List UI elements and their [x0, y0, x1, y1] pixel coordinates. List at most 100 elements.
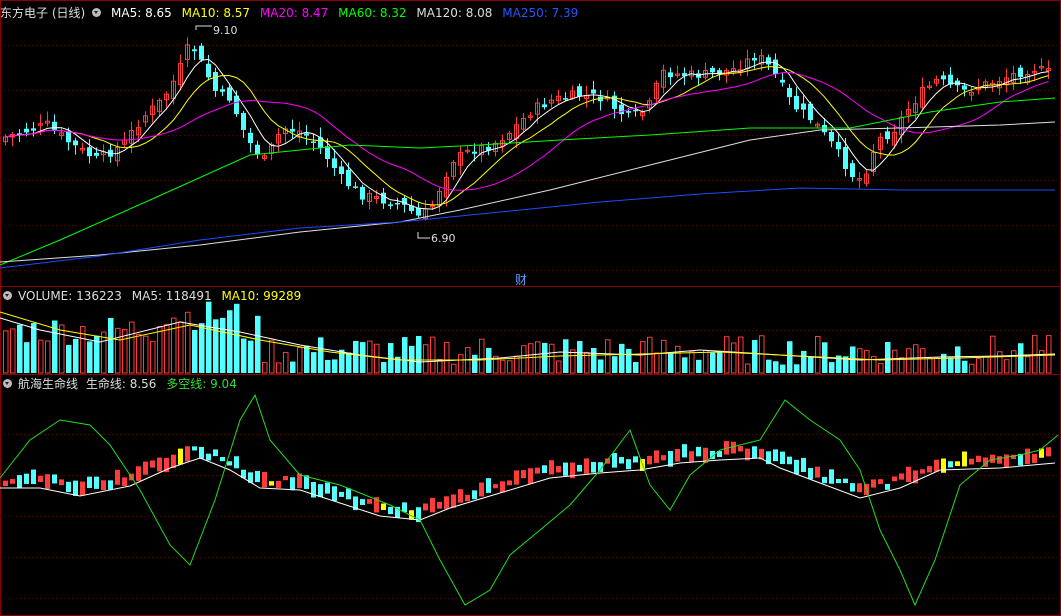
lifeline-bar — [773, 449, 778, 462]
lifeline-bar — [255, 470, 260, 483]
volume-bar-down — [766, 359, 772, 373]
lifeline-bar — [584, 458, 589, 474]
candle-down — [255, 144, 260, 154]
stock-chart-canvas[interactable] — [0, 0, 1061, 616]
candle-down — [843, 146, 848, 169]
lifeline-bar — [969, 458, 974, 465]
volume-bar-down — [311, 352, 317, 373]
candle-down — [227, 87, 232, 101]
volume-bar-down — [346, 352, 352, 373]
volume-bar-down — [255, 315, 261, 373]
volume-bar-down — [626, 348, 632, 373]
volume-bar-down — [24, 342, 30, 373]
volume-bar-down — [360, 342, 366, 373]
candle-down — [780, 79, 785, 83]
lifeline-bar — [451, 494, 456, 508]
lifeline-bar — [689, 451, 694, 462]
lifeline-bar — [920, 469, 925, 474]
candle-down — [633, 109, 638, 112]
candle-down — [801, 103, 806, 110]
candle-down — [332, 158, 337, 169]
volume-bar-down — [199, 323, 205, 373]
lifeline-bar — [66, 481, 71, 493]
lifeline-bar — [794, 459, 799, 475]
candle-down — [885, 131, 890, 140]
lifeline-bar — [465, 494, 470, 502]
lifeline-bar — [493, 484, 498, 489]
candle-down — [1018, 67, 1023, 77]
volume-bar-down — [542, 342, 548, 373]
ma120-label: MA120: 8.08 — [416, 6, 493, 20]
volume-bar-down — [752, 340, 758, 373]
volume-bar-down — [962, 360, 968, 373]
lifeline-bar — [437, 501, 442, 509]
lifeline-bar — [591, 461, 596, 473]
candle-down — [577, 86, 582, 97]
volume-bar-down — [304, 345, 310, 373]
volume-bar-down — [353, 340, 359, 373]
lifeline-bar — [31, 469, 36, 485]
volume-bar-down — [717, 350, 723, 373]
lifeline-bar — [878, 479, 883, 484]
volume-bar-down — [227, 310, 233, 373]
volume-bar-down — [192, 329, 198, 373]
lifeline-bar — [479, 482, 484, 497]
lifeline-bar — [822, 476, 827, 484]
lifeline-bar — [1025, 448, 1030, 465]
ma5-label: MA5: 8.65 — [111, 6, 172, 20]
volume-bar-down — [780, 364, 786, 373]
lifeline-bar — [577, 464, 582, 472]
ma250-label: MA250: 7.39 — [502, 6, 579, 20]
candle-down — [850, 163, 855, 178]
lifeline-bar — [780, 451, 785, 465]
lifeline-bar — [661, 455, 666, 461]
lifeline-bar — [199, 446, 204, 459]
candle-down — [472, 151, 477, 154]
lifeline-bar — [1032, 453, 1037, 463]
volume-legend: VOLUME: 136223 MA5: 118491 MA10: 99289 — [0, 288, 307, 304]
candle-down — [353, 186, 358, 188]
candle-down — [52, 121, 57, 130]
finance-report-marker[interactable]: 财 — [515, 271, 527, 288]
candle-down — [941, 75, 946, 80]
lifeline-bar — [675, 448, 680, 462]
lifeline-label: 生命线: 8.56 — [85, 377, 157, 391]
volume-pane-menu-icon[interactable] — [3, 291, 12, 300]
lifeline-bar — [108, 480, 113, 490]
lifeline-bar — [115, 469, 120, 485]
candle-down — [710, 67, 715, 73]
candle-down — [87, 147, 92, 157]
lifeline-bar — [318, 484, 323, 498]
lifeline-bar — [696, 446, 701, 457]
lifeline-bar — [829, 469, 834, 484]
candle-down — [962, 85, 967, 90]
lifeline-bar — [976, 455, 981, 463]
candle-down — [339, 166, 344, 175]
lifeline-bar — [381, 503, 386, 510]
volume-bar-down — [108, 317, 114, 373]
lifeline-bar — [388, 506, 393, 515]
lifeline-bar — [178, 448, 183, 465]
lifeline-bar — [787, 456, 792, 465]
volume-bar-down — [234, 303, 240, 373]
lifeline-bar — [227, 461, 232, 466]
candle-down — [563, 98, 568, 100]
candle-down — [668, 72, 673, 78]
lifeline-bar — [647, 455, 652, 465]
candle-down — [388, 204, 393, 206]
lifeline-bar — [234, 456, 239, 469]
lifeline-bar — [871, 479, 876, 488]
lifeline-bar — [892, 476, 897, 482]
volume-bar-down — [948, 357, 954, 373]
indicator-pane-menu-icon[interactable] — [3, 379, 12, 388]
volume-bar-down — [402, 337, 408, 373]
lifeline-bar — [934, 459, 939, 472]
candle-down — [290, 128, 295, 132]
volume-ma5-label: MA5: 118491 — [131, 289, 212, 303]
candle-down — [241, 113, 246, 130]
lifeline-bar — [24, 473, 29, 484]
candle-down — [94, 152, 99, 156]
lifeline-bar — [836, 479, 841, 484]
candle-down — [787, 87, 792, 98]
pane-menu-icon[interactable] — [92, 8, 102, 17]
